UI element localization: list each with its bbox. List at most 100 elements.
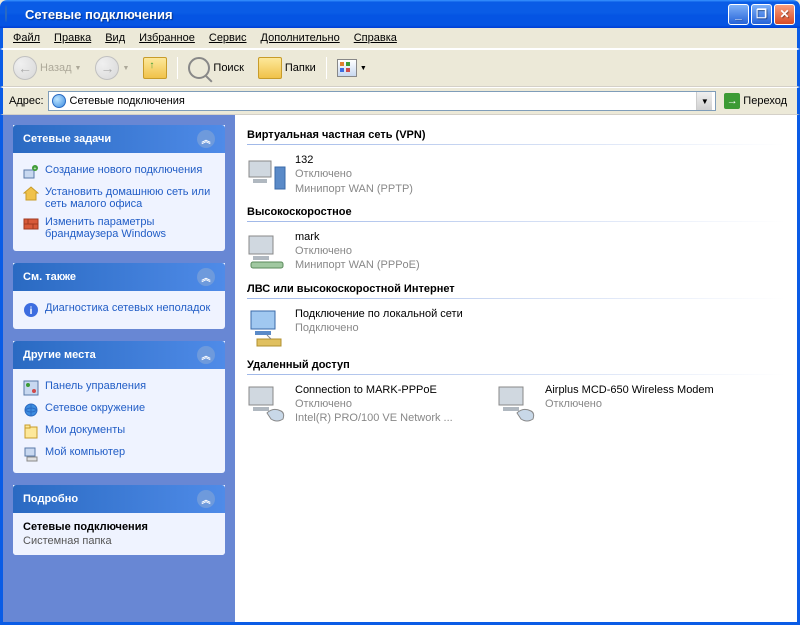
forward-button[interactable]: → ▼	[91, 54, 133, 82]
search-button[interactable]: Поиск	[184, 55, 247, 81]
task-home-network[interactable]: Установить домашнюю сеть или сеть малого…	[23, 183, 215, 213]
group-separator	[247, 144, 785, 145]
task-network-diagnostics[interactable]: i Диагностика сетевых неполадок	[23, 299, 215, 321]
chevron-down-icon: ▼	[75, 65, 82, 72]
group-separator	[247, 374, 785, 375]
menubar: Файл Правка Вид Избранное Сервис Дополни…	[0, 28, 800, 49]
chevron-down-icon: ▼	[122, 65, 129, 72]
views-icon	[337, 59, 357, 77]
connection-name: Connection to MARK-PPPoE	[295, 383, 453, 397]
main-pane: Виртуальная частная сеть (VPN) 132Отключе…	[235, 115, 797, 622]
connection-item[interactable]: Подключение по локальной сетиПодключено	[247, 307, 487, 349]
separator	[326, 57, 327, 79]
up-button[interactable]: ↑	[139, 55, 171, 81]
address-dropdown-button[interactable]: ▼	[696, 92, 712, 110]
computer-icon	[23, 446, 39, 462]
address-input[interactable]: Сетевые подключения ▼	[48, 91, 717, 111]
panel-title: Другие места	[23, 349, 96, 361]
task-label: Изменить параметры брандмаузера Windows	[45, 216, 215, 240]
panel-body: i Диагностика сетевых неполадок	[13, 291, 225, 329]
task-label: Установить домашнюю сеть или сеть малого…	[45, 186, 215, 210]
documents-icon	[23, 424, 39, 440]
panel-header-other-places[interactable]: Другие места ︽	[13, 341, 225, 369]
new-connection-icon: +	[23, 164, 39, 180]
connection-text: Airplus MCD-650 Wireless ModemОтключено	[545, 383, 714, 426]
chevron-up-icon: ︽	[197, 130, 215, 148]
window-controls: _ ❐ ✕	[728, 4, 795, 25]
connection-name: Airplus MCD-650 Wireless Modem	[545, 383, 714, 397]
connection-status: Отключено	[295, 167, 413, 181]
menu-favorites[interactable]: Избранное	[133, 30, 201, 46]
window-title: Сетевые подключения	[25, 7, 728, 22]
panel-header-network-tasks[interactable]: Сетевые задачи ︽	[13, 125, 225, 153]
folder-icon	[258, 57, 282, 79]
connection-item[interactable]: Airplus MCD-650 Wireless ModemОтключено	[497, 383, 737, 426]
connection-icon	[497, 383, 539, 425]
back-button[interactable]: ← Назад ▼	[9, 54, 85, 82]
separator	[177, 57, 178, 79]
connection-status: Отключено	[295, 244, 420, 258]
connection-status: Отключено	[295, 397, 453, 411]
address-icon	[52, 94, 66, 108]
task-firewall-settings[interactable]: Изменить параметры брандмаузера Windows	[23, 213, 215, 243]
menu-extra[interactable]: Дополнительно	[255, 30, 346, 46]
forward-arrow-icon: →	[95, 56, 119, 80]
network-places-icon	[23, 402, 39, 418]
group-title: Виртуальная частная сеть (VPN)	[247, 129, 785, 141]
folder-up-icon: ↑	[143, 57, 167, 79]
panel-network-tasks: Сетевые задачи ︽ + Создание нового подкл…	[13, 125, 225, 251]
chevron-up-icon: ︽	[197, 346, 215, 364]
place-label: Сетевое окружение	[45, 402, 145, 414]
connection-text: Подключение по локальной сетиПодключено	[295, 307, 463, 349]
connection-item[interactable]: markОтключеноМинипорт WAN (PPPoE)	[247, 230, 487, 273]
home-network-icon	[23, 186, 39, 202]
menu-edit[interactable]: Правка	[48, 30, 97, 46]
place-my-documents[interactable]: Мои документы	[23, 421, 215, 443]
minimize-button[interactable]: _	[728, 4, 749, 25]
folders-button[interactable]: Папки	[254, 55, 320, 81]
menu-help[interactable]: Справка	[348, 30, 403, 46]
task-new-connection[interactable]: + Создание нового подключения	[23, 161, 215, 183]
items-row: Подключение по локальной сетиПодключено	[247, 307, 785, 349]
views-button[interactable]: ▼	[333, 57, 371, 79]
addressbar: Адрес: Сетевые подключения ▼ → Переход	[0, 87, 800, 115]
place-my-computer[interactable]: Мой компьютер	[23, 443, 215, 465]
details-name: Сетевые подключения	[23, 521, 215, 533]
place-label: Мои документы	[45, 424, 125, 436]
task-label: Создание нового подключения	[45, 164, 202, 176]
panel-other-places: Другие места ︽ Панель управления Сетевое…	[13, 341, 225, 473]
panel-header-details[interactable]: Подробно ︽	[13, 485, 225, 513]
connection-item[interactable]: 132ОтключеноМинипорт WAN (PPTP)	[247, 153, 487, 196]
place-control-panel[interactable]: Панель управления	[23, 377, 215, 399]
connection-item[interactable]: Connection to MARK-PPPoEОтключеноIntel(R…	[247, 383, 487, 426]
address-label: Адрес:	[9, 95, 44, 107]
group-title: Высокоскоростное	[247, 206, 785, 218]
panel-title: См. также	[23, 271, 76, 283]
panel-header-see-also[interactable]: См. также ︽	[13, 263, 225, 291]
panel-title: Сетевые задачи	[23, 133, 111, 145]
place-label: Мой компьютер	[45, 446, 125, 458]
firewall-icon	[23, 216, 39, 232]
panel-see-also: См. также ︽ i Диагностика сетевых непола…	[13, 263, 225, 329]
menu-view[interactable]: Вид	[99, 30, 131, 46]
connection-icon	[247, 383, 289, 425]
go-label: Переход	[743, 95, 787, 107]
place-network-places[interactable]: Сетевое окружение	[23, 399, 215, 421]
info-icon: i	[23, 302, 39, 318]
details-type: Системная папка	[23, 535, 215, 547]
menu-file[interactable]: Файл	[7, 30, 46, 46]
group-title: ЛВС или высокоскоростной Интернет	[247, 283, 785, 295]
maximize-button[interactable]: ❐	[751, 4, 772, 25]
menu-service[interactable]: Сервис	[203, 30, 253, 46]
address-value: Сетевые подключения	[70, 95, 185, 107]
go-button[interactable]: → Переход	[720, 92, 791, 110]
chevron-up-icon: ︽	[197, 490, 215, 508]
panel-title: Подробно	[23, 493, 78, 505]
connection-text: markОтключеноМинипорт WAN (PPPoE)	[295, 230, 420, 273]
connection-icon	[247, 307, 289, 349]
search-icon	[188, 57, 210, 79]
close-button[interactable]: ✕	[774, 4, 795, 25]
svg-text:+: +	[34, 166, 37, 172]
panel-body: Панель управления Сетевое окружение Мои …	[13, 369, 225, 473]
back-label: Назад	[40, 62, 72, 74]
